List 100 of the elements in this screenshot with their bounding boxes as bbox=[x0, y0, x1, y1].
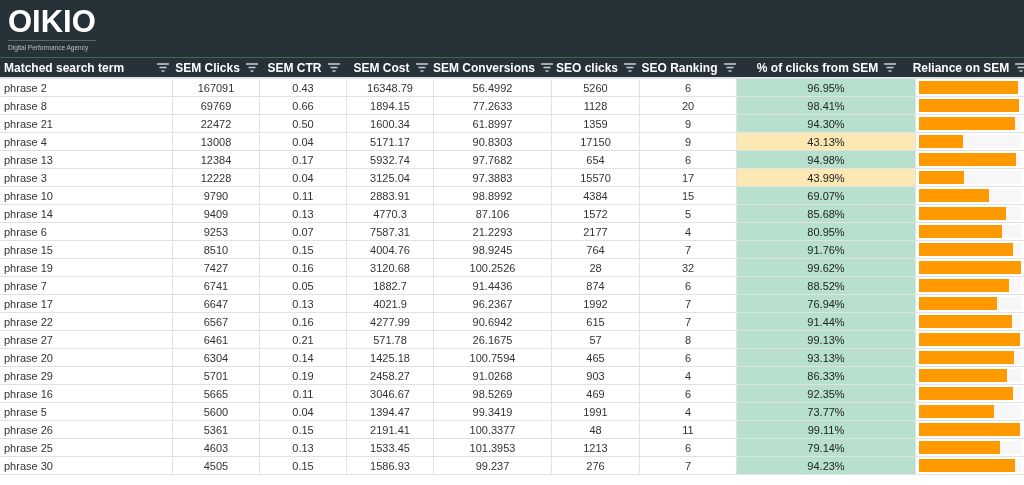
table-cell: 3125.04 bbox=[347, 169, 434, 186]
table-cell: 98.8992 bbox=[434, 187, 552, 204]
table-cell: 94.23% bbox=[737, 457, 916, 474]
column-header: Matched search term bbox=[4, 60, 125, 75]
table-cell: 5600 bbox=[173, 403, 260, 420]
table-cell: 61.8997 bbox=[434, 115, 552, 132]
table-cell: 0.16 bbox=[260, 259, 347, 276]
table-cell: 0.13 bbox=[260, 295, 347, 312]
table-cell: 9253 bbox=[173, 223, 260, 240]
table-cell: 93.13% bbox=[737, 349, 916, 366]
table-cell: 1586.93 bbox=[347, 457, 434, 474]
table-cell: 2458.27 bbox=[347, 367, 434, 384]
table-cell: 4277.99 bbox=[347, 313, 434, 330]
table-cell: 1600.34 bbox=[347, 115, 434, 132]
table-cell: 96.95% bbox=[737, 79, 916, 96]
table-cell: 13008 bbox=[173, 133, 260, 150]
table-cell: 97.3883 bbox=[434, 169, 552, 186]
table-cell: 77.2633 bbox=[434, 97, 552, 114]
table-cell: 3120.68 bbox=[347, 259, 434, 276]
table-cell: 91.0268 bbox=[434, 367, 552, 384]
table-cell: 571.78 bbox=[347, 331, 434, 348]
table-cell: 167091 bbox=[173, 79, 260, 96]
table-cell: 69769 bbox=[173, 97, 260, 114]
table-cell: phrase 6 bbox=[0, 223, 173, 240]
filter-icon[interactable] bbox=[157, 63, 169, 72]
table-cell: 0.14 bbox=[260, 349, 347, 366]
table-cell: 0.17 bbox=[260, 151, 347, 168]
table-cell: 100.7594 bbox=[434, 349, 552, 366]
table-cell: 48 bbox=[552, 421, 640, 438]
table-cell: 0.04 bbox=[260, 133, 347, 150]
table-cell: phrase 8 bbox=[0, 97, 173, 114]
table-cell: 4384 bbox=[552, 187, 640, 204]
table-cell: 99.62% bbox=[737, 259, 916, 276]
table-cell: 9790 bbox=[173, 187, 260, 204]
table-cell: 0.07 bbox=[260, 223, 347, 240]
filter-icon[interactable] bbox=[245, 63, 258, 72]
table-cell: 79.14% bbox=[737, 439, 916, 456]
table-cell: 87.106 bbox=[434, 205, 552, 222]
table-cell: 5701 bbox=[173, 367, 260, 384]
table-cell: 0.15 bbox=[260, 421, 347, 438]
table-cell: 5932.74 bbox=[347, 151, 434, 168]
table-cell: 0.21 bbox=[260, 331, 347, 348]
table-cell: 69.07% bbox=[737, 187, 916, 204]
table-cell: 0.04 bbox=[260, 403, 347, 420]
table-cell: 94.98% bbox=[737, 151, 916, 168]
table-cell: phrase 14 bbox=[0, 205, 173, 222]
table-cell: 22472 bbox=[173, 115, 260, 132]
table-cell: phrase 26 bbox=[0, 421, 173, 438]
table-cell: 1394.47 bbox=[347, 403, 434, 420]
table-cell: 86.33% bbox=[737, 367, 916, 384]
column-header: SEM Cost bbox=[353, 60, 410, 75]
filter-icon[interactable] bbox=[1015, 63, 1024, 72]
table-cell: 56.4992 bbox=[434, 79, 552, 96]
table-cell: 90.6942 bbox=[434, 313, 552, 330]
table-cell: 91.76% bbox=[737, 241, 916, 258]
table-cell: 276 bbox=[552, 457, 640, 474]
filter-icon[interactable] bbox=[884, 63, 897, 72]
table-cell: 0.19 bbox=[260, 367, 347, 384]
column-header: SEM Conversions bbox=[433, 60, 535, 75]
table-cell: phrase 17 bbox=[0, 295, 173, 312]
table-cell: 5361 bbox=[173, 421, 260, 438]
table-cell: phrase 13 bbox=[0, 151, 173, 168]
table-cell: phrase 19 bbox=[0, 259, 173, 276]
filter-icon[interactable] bbox=[327, 63, 340, 72]
table-cell: 5171.17 bbox=[347, 133, 434, 150]
filter-icon[interactable] bbox=[723, 63, 736, 72]
table-cell: 7587.31 bbox=[347, 223, 434, 240]
table-cell: 99.13% bbox=[737, 331, 916, 348]
table-cell: 1359 bbox=[552, 115, 640, 132]
table-cell: 469 bbox=[552, 385, 640, 402]
table-cell: 73.77% bbox=[737, 403, 916, 420]
table-cell: phrase 22 bbox=[0, 313, 173, 330]
column-header: SEO clicks bbox=[556, 60, 619, 75]
column-header: % of clicks from SEM bbox=[756, 60, 879, 75]
table-cell: 99.3419 bbox=[434, 403, 552, 420]
table-cell: 0.04 bbox=[260, 169, 347, 186]
table-cell: phrase 25 bbox=[0, 439, 173, 456]
table-cell: 98.41% bbox=[737, 97, 916, 114]
table-cell: 16348.79 bbox=[347, 79, 434, 96]
table-cell: phrase 29 bbox=[0, 367, 173, 384]
table-cell: 6304 bbox=[173, 349, 260, 366]
table-cell: 12228 bbox=[173, 169, 260, 186]
filter-icon[interactable] bbox=[624, 63, 637, 72]
table-cell: 1572 bbox=[552, 205, 640, 222]
column-header: SEM CTR bbox=[267, 60, 322, 75]
table-cell: 0.43 bbox=[260, 79, 347, 96]
table-cell: 4603 bbox=[173, 439, 260, 456]
table-cell: phrase 4 bbox=[0, 133, 173, 150]
table-cell: 6741 bbox=[173, 277, 260, 294]
table-cell: 15570 bbox=[552, 169, 640, 186]
table-cell: 4505 bbox=[173, 457, 260, 474]
table-cell: phrase 7 bbox=[0, 277, 173, 294]
table-cell: phrase 10 bbox=[0, 187, 173, 204]
table-cell: 90.8303 bbox=[434, 133, 552, 150]
table-cell: 4021.9 bbox=[347, 295, 434, 312]
table-cell: phrase 27 bbox=[0, 331, 173, 348]
table-cell: phrase 15 bbox=[0, 241, 173, 258]
filter-icon[interactable] bbox=[541, 63, 553, 72]
filter-icon[interactable] bbox=[415, 63, 428, 72]
table-cell: phrase 2 bbox=[0, 79, 173, 96]
